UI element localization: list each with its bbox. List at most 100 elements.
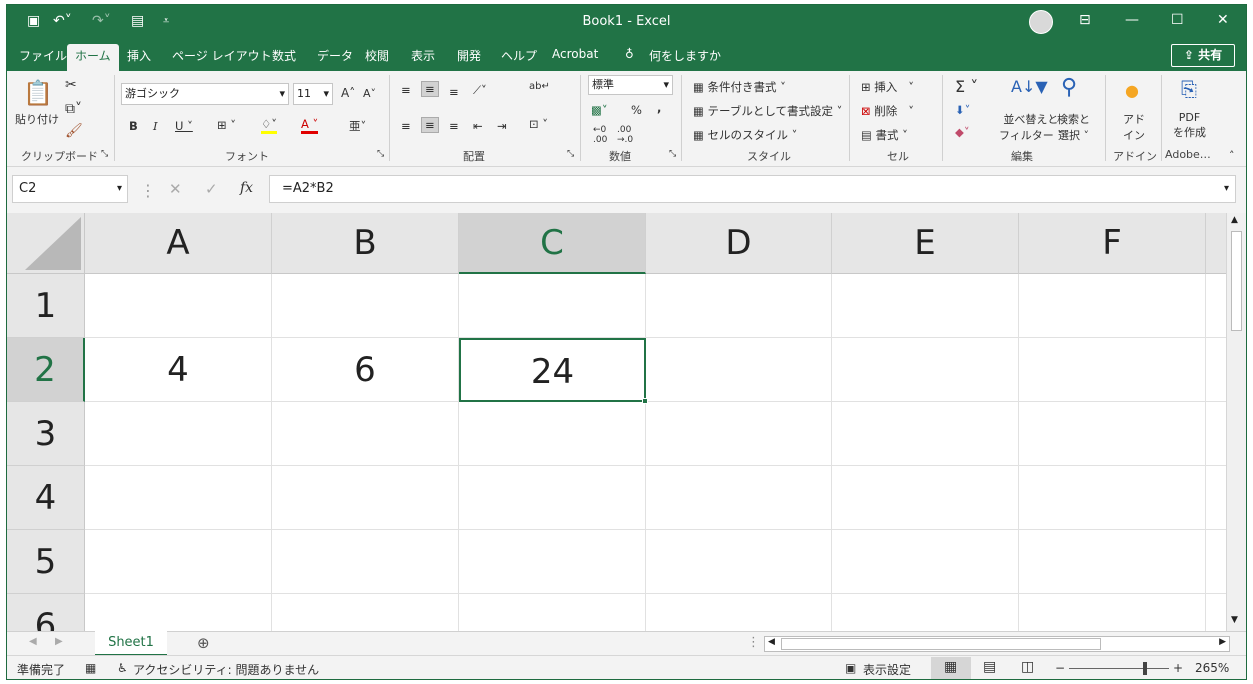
prev-sheet-icon[interactable]: ◀ bbox=[29, 636, 37, 647]
close-button[interactable]: ✕ bbox=[1217, 12, 1229, 28]
tab-home[interactable]: ホーム bbox=[67, 44, 119, 71]
cell-e3[interactable] bbox=[832, 402, 1019, 466]
cell-c4[interactable] bbox=[459, 466, 646, 530]
cell-e1[interactable] bbox=[832, 274, 1019, 338]
increase-indent-icon[interactable]: ⇥ bbox=[497, 119, 507, 133]
row-header-5[interactable]: 5 bbox=[7, 530, 85, 594]
cell-a2[interactable]: 4 bbox=[85, 338, 272, 402]
number-format-box[interactable]: 標準 ▾ bbox=[588, 75, 673, 95]
orientation-icon[interactable]: ⟋˅ bbox=[473, 83, 487, 98]
cell-c6[interactable] bbox=[459, 594, 646, 631]
paste-label[interactable]: 貼り付け bbox=[15, 111, 59, 127]
insert-cells-button[interactable]: ⊞ 挿入 ˅ bbox=[861, 79, 914, 95]
cell-a1[interactable] bbox=[85, 274, 272, 338]
scroll-up-icon[interactable]: ▲ bbox=[1231, 215, 1238, 225]
cell-e2[interactable] bbox=[832, 338, 1019, 402]
cancel-icon[interactable]: ✕ bbox=[169, 180, 182, 198]
cell-b4[interactable] bbox=[272, 466, 459, 530]
cell-e6[interactable] bbox=[832, 594, 1019, 631]
zoom-level[interactable]: 265% bbox=[1195, 661, 1229, 675]
zoom-slider[interactable] bbox=[1069, 668, 1169, 669]
row-header-6[interactable]: 6 bbox=[7, 594, 85, 631]
zoom-slider-thumb[interactable] bbox=[1143, 662, 1147, 675]
bold-icon[interactable]: B bbox=[129, 119, 138, 133]
find-select-icon[interactable]: ⚲ bbox=[1061, 75, 1077, 100]
scroll-right-icon[interactable]: ▶ bbox=[1219, 637, 1226, 647]
cell-c1[interactable] bbox=[459, 274, 646, 338]
zoom-out-icon[interactable]: − bbox=[1055, 661, 1065, 675]
cell-g6[interactable] bbox=[1206, 594, 1226, 631]
row-header-4[interactable]: 4 bbox=[7, 466, 85, 530]
align-right-icon[interactable]: ≡ bbox=[449, 119, 459, 133]
align-middle-icon[interactable]: ≡ bbox=[421, 81, 439, 97]
alignment-launcher-icon[interactable]: ⤡ bbox=[567, 149, 574, 159]
paste-icon[interactable]: 📋 bbox=[23, 79, 53, 107]
next-sheet-icon[interactable]: ▶ bbox=[55, 636, 63, 647]
phonetic-icon[interactable]: 亜˅ bbox=[349, 118, 366, 134]
normal-view-icon[interactable]: ▦ bbox=[944, 659, 957, 675]
macro-recorder-icon[interactable]: ▦ bbox=[85, 661, 96, 675]
borders-icon[interactable]: ⊞ ˅ bbox=[217, 118, 236, 132]
fill-handle[interactable] bbox=[642, 398, 648, 404]
tab-developer[interactable]: 開発 bbox=[457, 47, 481, 64]
addins-label[interactable]: アド イン bbox=[1123, 111, 1145, 143]
number-launcher-icon[interactable]: ⤡ bbox=[669, 149, 676, 159]
display-settings-label[interactable]: 表示設定 bbox=[863, 661, 911, 678]
column-header-d[interactable]: D bbox=[646, 213, 832, 274]
tab-review[interactable]: 校閲 bbox=[365, 47, 389, 64]
accessibility-status[interactable]: アクセシビリティ: 問題ありません bbox=[133, 661, 319, 678]
conditional-formatting-button[interactable]: ▦ 条件付き書式 ˅ bbox=[693, 79, 786, 95]
column-header-f[interactable]: F bbox=[1019, 213, 1206, 274]
scroll-down-icon[interactable]: ▼ bbox=[1231, 615, 1238, 625]
column-header-g[interactable] bbox=[1206, 213, 1226, 274]
insert-function-icon[interactable]: fx bbox=[240, 180, 253, 196]
tab-help[interactable]: ヘルプ bbox=[501, 47, 537, 64]
cell-a3[interactable] bbox=[85, 402, 272, 466]
column-header-c[interactable]: C bbox=[459, 213, 646, 274]
align-center-icon[interactable]: ≡ bbox=[421, 117, 439, 133]
cell-b2[interactable]: 6 bbox=[272, 338, 459, 402]
splitter-icon[interactable]: ⋮ bbox=[747, 635, 760, 650]
cell-c3[interactable] bbox=[459, 402, 646, 466]
cell-g3[interactable] bbox=[1206, 402, 1226, 466]
format-painter-icon[interactable]: 🖌 bbox=[65, 123, 83, 139]
name-box[interactable]: C2 ▾ bbox=[12, 175, 128, 203]
grow-font-icon[interactable]: A˄ bbox=[341, 86, 355, 100]
cell-d6[interactable] bbox=[646, 594, 832, 631]
sort-filter-label[interactable]: 並べ替えと フィルター ˅ bbox=[999, 111, 1063, 143]
page-layout-view-icon[interactable]: ▤ bbox=[983, 659, 996, 675]
column-header-b[interactable]: B bbox=[272, 213, 459, 274]
cell-f5[interactable] bbox=[1019, 530, 1206, 594]
cell-d2[interactable] bbox=[646, 338, 832, 402]
tell-me-search[interactable]: 何をしますか bbox=[649, 47, 721, 64]
italic-icon[interactable]: I bbox=[153, 119, 158, 133]
horizontal-scrollbar[interactable]: ◀ ▶ bbox=[764, 636, 1230, 652]
column-header-a[interactable]: A bbox=[85, 213, 272, 274]
cell-b1[interactable] bbox=[272, 274, 459, 338]
align-bottom-icon[interactable]: ≡ bbox=[449, 85, 459, 99]
cell-f3[interactable] bbox=[1019, 402, 1206, 466]
account-avatar[interactable] bbox=[1029, 10, 1053, 34]
create-pdf-icon[interactable]: ⎘ bbox=[1181, 77, 1197, 101]
autosum-icon[interactable]: Σ ˅ bbox=[955, 77, 978, 96]
display-settings-icon[interactable]: ▣ bbox=[845, 661, 856, 675]
row-header-3[interactable]: 3 bbox=[7, 402, 85, 466]
horizontal-scroll-thumb[interactable] bbox=[781, 638, 1101, 650]
cell-b6[interactable] bbox=[272, 594, 459, 631]
cell-g1[interactable] bbox=[1206, 274, 1226, 338]
tab-file[interactable]: ファイル bbox=[19, 47, 67, 64]
clipboard-launcher-icon[interactable]: ⤡ bbox=[101, 149, 108, 159]
clear-icon[interactable]: ◆˅ bbox=[955, 125, 970, 139]
cell-a5[interactable] bbox=[85, 530, 272, 594]
shrink-font-icon[interactable]: A˅ bbox=[363, 87, 376, 100]
expand-formula-icon[interactable]: ▾ bbox=[1224, 176, 1229, 202]
ribbon-display-icon[interactable]: ⊟ bbox=[1079, 12, 1091, 28]
cell-f4[interactable] bbox=[1019, 466, 1206, 530]
format-as-table-button[interactable]: ▦ テーブルとして書式設定 ˅ bbox=[693, 103, 842, 119]
tab-formulas[interactable]: 数式 bbox=[272, 47, 296, 64]
align-top-icon[interactable]: ≡ bbox=[401, 83, 411, 97]
maximize-button[interactable]: ☐ bbox=[1171, 12, 1184, 28]
tab-page-layout[interactable]: ページ レイアウト bbox=[172, 47, 272, 64]
cell-d4[interactable] bbox=[646, 466, 832, 530]
cell-a6[interactable] bbox=[85, 594, 272, 631]
